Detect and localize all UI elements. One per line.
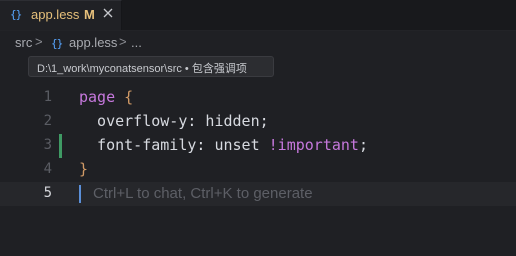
path-tooltip: D:\1_work\myconatsensor\src • 包含强调项 — [28, 56, 274, 77]
editor-window: {} app.less M src > {} app.less > ... D:… — [0, 0, 516, 256]
braces-icon: {} — [10, 8, 22, 21]
open-brace: { — [115, 88, 134, 106]
css-declaration: font-family: unset — [79, 136, 269, 154]
code-text: } — [79, 160, 88, 178]
breadcrumb-symbols[interactable]: ... — [131, 35, 142, 50]
semicolon: ; — [358, 136, 368, 154]
line-number: 2 — [43, 113, 52, 129]
important-keyword: !important — [268, 136, 359, 154]
code-text: page { — [79, 88, 133, 106]
code-text: overflow-y: hidden; — [79, 112, 269, 130]
code-text: font-family: unset !important; — [79, 136, 368, 154]
breadcrumb: src > {} app.less > ... — [0, 31, 516, 55]
code-line[interactable]: 1 page { — [0, 86, 516, 110]
close-brace: } — [79, 160, 89, 178]
git-added-marker[interactable] — [59, 134, 62, 158]
breadcrumb-folder[interactable]: src — [15, 35, 32, 50]
line-number: 4 — [43, 161, 52, 177]
breadcrumb-file[interactable]: app.less — [69, 35, 117, 50]
text-cursor — [79, 185, 81, 203]
tab-app-less[interactable]: {} app.less M — [0, 0, 122, 30]
code-editor[interactable]: 1 page { 2 overflow-y: hidden; 3 font-fa… — [0, 86, 516, 256]
current-line[interactable]: 5 Ctrl+L to chat, Ctrl+K to generate — [0, 182, 516, 206]
line-number: 5 — [43, 185, 52, 201]
code-line[interactable]: 2 overflow-y: hidden; — [0, 110, 516, 134]
tab-label: app.less — [31, 7, 80, 22]
line-number: 3 — [43, 137, 52, 153]
chevron-right-icon: > — [35, 34, 43, 49]
css-selector: page — [79, 88, 116, 106]
close-icon[interactable] — [101, 6, 115, 20]
braces-icon: {} — [51, 37, 63, 50]
code-line[interactable]: 4 } — [0, 158, 516, 182]
inline-ai-hint: Ctrl+L to chat, Ctrl+K to generate — [93, 185, 313, 202]
line-number: 1 — [43, 89, 52, 105]
modified-badge: M — [84, 7, 95, 22]
chevron-right-icon: > — [119, 34, 127, 49]
tab-bar: {} app.less M — [0, 0, 516, 31]
code-line[interactable]: 3 font-family: unset !important; — [0, 134, 516, 158]
